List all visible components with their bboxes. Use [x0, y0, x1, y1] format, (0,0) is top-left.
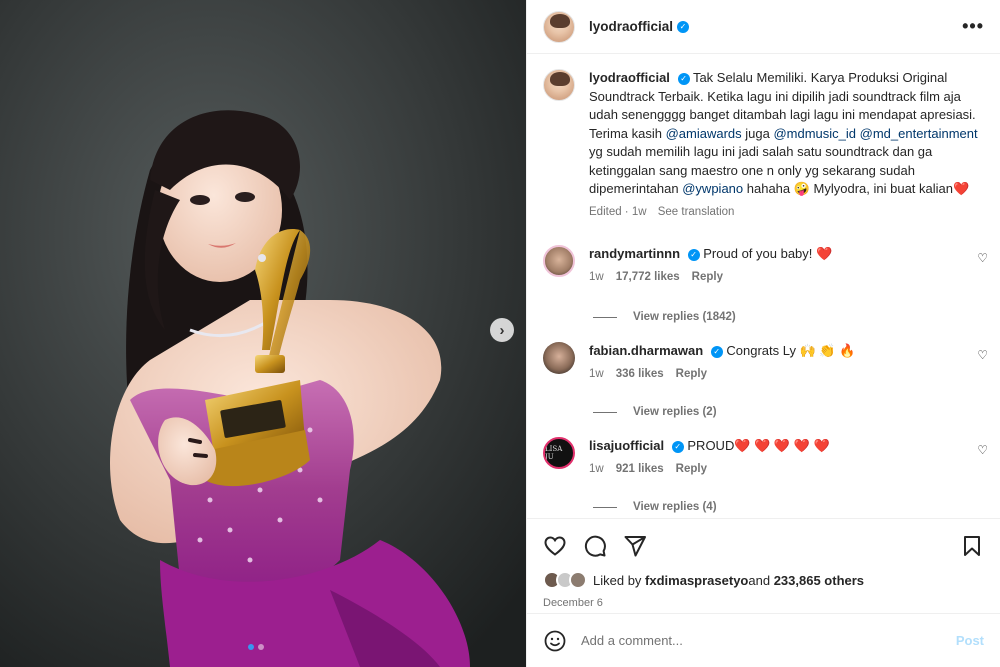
- reply-button[interactable]: Reply: [676, 368, 707, 380]
- caption-text-part: juga: [741, 125, 774, 141]
- post-actions: Liked by fxdimasprasetyo and 233,865 oth…: [527, 518, 1000, 609]
- comment-text: Congrats Ly 🙌 👏 🔥: [726, 343, 856, 358]
- commenter-username[interactable]: lisajuofficial: [589, 438, 664, 453]
- carousel-dot-active: [248, 644, 254, 650]
- comment-likes[interactable]: 921 likes: [616, 463, 664, 475]
- caption-meta: Edited · 1w See translation: [589, 203, 979, 222]
- likes-middle: and: [748, 572, 771, 588]
- liker-avatars: [543, 571, 587, 589]
- share-send-icon[interactable]: [623, 534, 647, 558]
- mention-link[interactable]: @ywpiano: [682, 181, 743, 196]
- caption-text-part: hahaha 🤪 Mylyodra, ini buat kalian❤️: [743, 181, 970, 196]
- verified-badge-icon: ✓: [710, 345, 723, 358]
- photo-illustration: [0, 0, 526, 667]
- commenter-avatar[interactable]: [543, 245, 575, 277]
- add-comment-bar: Post: [527, 613, 1000, 667]
- mention-link[interactable]: @mdmusic_id: [773, 126, 856, 141]
- post-date: December 6: [543, 597, 603, 609]
- comment-text: PROUD❤️ ❤️ ❤️ ❤️ ❤️: [687, 438, 830, 453]
- comment-text: Proud of you baby! ❤️: [703, 246, 833, 261]
- likes-summary[interactable]: Liked by fxdimasprasetyo and 233,865 oth…: [543, 571, 984, 589]
- author-username[interactable]: lyodraofficial: [589, 19, 673, 34]
- carousel-indicator: [248, 644, 264, 650]
- carousel-dot: [258, 644, 264, 650]
- mention-link[interactable]: @md_entertainment: [860, 126, 978, 141]
- reply-button[interactable]: Reply: [692, 271, 723, 283]
- comment-time: 1w: [589, 368, 604, 380]
- save-bookmark-icon[interactable]: [960, 534, 984, 558]
- comment-input[interactable]: [581, 633, 956, 648]
- see-translation-link[interactable]: See translation: [658, 206, 735, 218]
- verified-badge-icon: ✓: [677, 72, 690, 85]
- post-photo[interactable]: ›: [0, 0, 526, 667]
- comment-like-heart-icon[interactable]: ♡: [977, 443, 988, 457]
- mention-link[interactable]: @amiawards: [666, 126, 742, 141]
- commenter-avatar[interactable]: LISA JU: [543, 437, 575, 469]
- verified-badge-icon: ✓: [687, 248, 700, 261]
- like-heart-icon[interactable]: [543, 534, 567, 558]
- commenter-username[interactable]: randymartinnn: [589, 246, 680, 261]
- emoji-icon[interactable]: [543, 629, 567, 653]
- caption-text: lyodraofficial ✓ Tak Selalu Memiliki. Ka…: [589, 69, 979, 221]
- liker-username[interactable]: fxdimasprasetyo: [645, 573, 748, 588]
- post-caption: lyodraofficial ✓ Tak Selalu Memiliki. Ka…: [527, 55, 1000, 221]
- comment-icon[interactable]: [583, 534, 607, 558]
- post-header: lyodraofficial ✓ •••: [527, 0, 1000, 54]
- comment-item: fabian.dharmawan ✓ Congrats Ly 🙌 👏 🔥 1w …: [527, 342, 1000, 380]
- commenter-username[interactable]: fabian.dharmawan: [589, 343, 703, 358]
- comment-time: 1w: [589, 463, 604, 475]
- likes-others-count[interactable]: 233,865 others: [774, 573, 864, 588]
- more-options-icon[interactable]: •••: [962, 16, 984, 37]
- comment-item: randymartinnn ✓ Proud of you baby! ❤️ 1w…: [527, 245, 1000, 283]
- post-detail-panel: lyodraofficial ✓ ••• lyodraofficial ✓ Ta…: [526, 0, 1000, 667]
- view-replies-button[interactable]: View replies (2): [593, 406, 717, 418]
- view-replies-label: View replies (4): [633, 501, 717, 513]
- verified-badge-icon: ✓: [677, 20, 690, 33]
- reply-button[interactable]: Reply: [676, 463, 707, 475]
- comment-likes[interactable]: 336 likes: [616, 368, 664, 380]
- view-replies-button[interactable]: View replies (1842): [593, 311, 736, 323]
- comment-time: 1w: [589, 271, 604, 283]
- post-comment-button[interactable]: Post: [956, 633, 984, 648]
- author-avatar[interactable]: [543, 10, 575, 43]
- caption-edited-time: Edited · 1w: [589, 205, 647, 218]
- comment-item: LISA JU lisajuofficial ✓ PROUD❤️ ❤️ ❤️ ❤…: [527, 437, 1000, 475]
- next-photo-button[interactable]: ›: [490, 318, 514, 342]
- verified-badge-icon: ✓: [671, 440, 684, 453]
- comments-scroll-area[interactable]: lyodraofficial ✓ Tak Selalu Memiliki. Ka…: [527, 55, 1000, 518]
- commenter-avatar[interactable]: [543, 342, 575, 374]
- chevron-right-icon: ›: [499, 321, 505, 339]
- likes-prefix: Liked by: [593, 572, 642, 588]
- comment-likes[interactable]: 17,772 likes: [616, 271, 680, 283]
- view-replies-label: View replies (2): [633, 406, 717, 418]
- view-replies-button[interactable]: View replies (4): [593, 501, 717, 513]
- comment-like-heart-icon[interactable]: ♡: [977, 348, 988, 362]
- view-replies-label: View replies (1842): [633, 311, 736, 323]
- caption-username[interactable]: lyodraofficial: [589, 70, 670, 85]
- comment-like-heart-icon[interactable]: ♡: [977, 251, 988, 265]
- caption-author-avatar[interactable]: [543, 69, 575, 101]
